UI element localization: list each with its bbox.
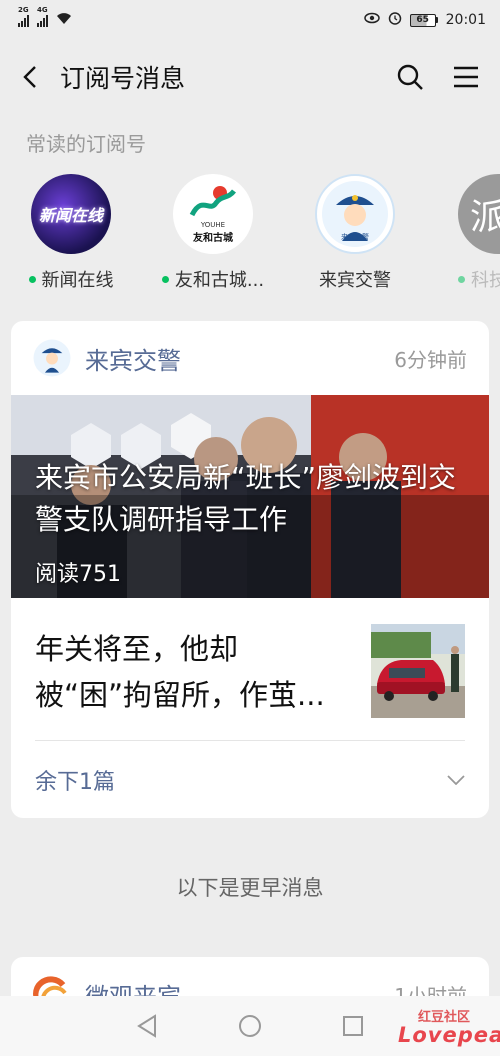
account-name[interactable]: 来宾交警 [85,341,394,376]
menu-icon [454,66,478,88]
account-name-row: 新闻在线 [1,266,141,292]
chevron-down-icon [447,775,465,785]
status-left: 2G 4G [18,7,72,29]
message-card: 来宾交警 6分钟前 来宾市公安局新“班长”廖剑波到交警支队调研指导工作 阅读75… [11,321,489,818]
recents-square-icon[interactable] [342,1015,364,1037]
sim2-network-type: 4G [37,6,48,14]
lead-article-cover[interactable]: 来宾市公安局新“班长”廖剑波到交警支队调研指导工作 阅读751 [11,395,489,598]
frequent-account-item[interactable]: 派 科技 [428,170,500,292]
unread-dot [28,275,36,283]
frequent-accounts-row: 新闻在线 新闻在线 YOUHE 友和古城 友和古城... 来宾交警 来宾交警 派… [0,170,500,300]
message-time: 6分钟前 [394,347,467,372]
account-name: 科技 [471,270,500,291]
account-name-row: 友和古城... [143,266,283,292]
battery-icon: 65 [409,13,438,27]
article-thumbnail [371,624,465,718]
frequent-account-item[interactable]: 来宾交警 来宾交警 [285,170,425,292]
lead-article-title: 来宾市公安局新“班长”廖剑波到交警支队调研指导工作 [35,461,457,536]
avatar: 来宾交警 [315,174,395,254]
status-bar: 2G 4G 65 20:01 [0,0,500,40]
wifi-icon [56,11,72,29]
avatar: 新闻在线 [31,174,111,254]
avatar: 派 [458,174,500,254]
more-articles-label: 余下1篇 [35,770,115,795]
chevron-left-icon [23,66,36,88]
avatar-logo-subtext: YOUHE [200,220,226,229]
account-name: 新闻在线 [41,270,114,291]
unread-dot [161,275,169,283]
avatar-logo-text: 派 [469,197,500,238]
avatar-logo-text: 来宾交警 [341,232,369,241]
car-photo [371,624,465,718]
status-time: 20:01 [445,12,486,28]
menu-button[interactable] [450,61,482,93]
eye-comfort-icon [363,12,380,28]
account-name-row: 来宾交警 [285,266,425,292]
youhe-logo-icon [189,185,236,216]
earlier-messages-divider: 以下是更早消息 [176,876,324,900]
card-header[interactable]: 来宾交警 6分钟前 [11,321,489,395]
back-button[interactable] [18,65,42,89]
back-triangle-icon[interactable] [136,1014,158,1038]
article-item[interactable]: 年关将至，他却被“困”拘留所，作茧... [11,598,489,740]
avatar-logo-text: 友和古城 [193,232,233,244]
alarm-icon [388,11,402,29]
avatar: YOUHE 友和古城 [173,174,253,254]
police-mascot-icon [33,339,71,377]
home-circle-icon[interactable] [238,1014,262,1038]
article-title: 年关将至，他却被“困”拘留所，作茧... [35,632,325,712]
frequent-accounts-label: 常读的订阅号 [26,132,146,156]
page-title: 订阅号消息 [60,64,186,93]
account-name-row: 科技 [428,266,500,292]
battery-level: 65 [409,13,436,27]
watermark-logo-text: Lovepea [398,1023,500,1047]
frequent-account-item[interactable]: YOUHE 友和古城 友和古城... [143,170,283,292]
sim1-network-type: 2G [18,6,29,14]
account-name: 友和古城... [174,270,265,291]
avatar-logo-text: 新闻在线 [38,206,103,225]
more-articles-row[interactable]: 余下1篇 [11,741,489,818]
sim2-signal-icon: 4G [37,7,48,27]
search-icon [397,64,423,90]
read-count: 阅读751 [35,562,121,587]
search-button[interactable] [394,61,426,93]
account-avatar[interactable] [33,339,71,377]
status-right: 65 20:01 [363,11,486,29]
frequent-account-item[interactable]: 新闻在线 新闻在线 [1,170,141,292]
unread-dot [458,275,465,283]
police-mascot-icon: 来宾交警 [322,181,388,247]
top-nav-bar: 订阅号消息 [0,40,500,114]
account-name: 来宾交警 [319,270,391,291]
watermark-logo: 红豆社区 Lovepea [398,1006,500,1050]
sim1-signal-icon: 2G [18,7,29,27]
